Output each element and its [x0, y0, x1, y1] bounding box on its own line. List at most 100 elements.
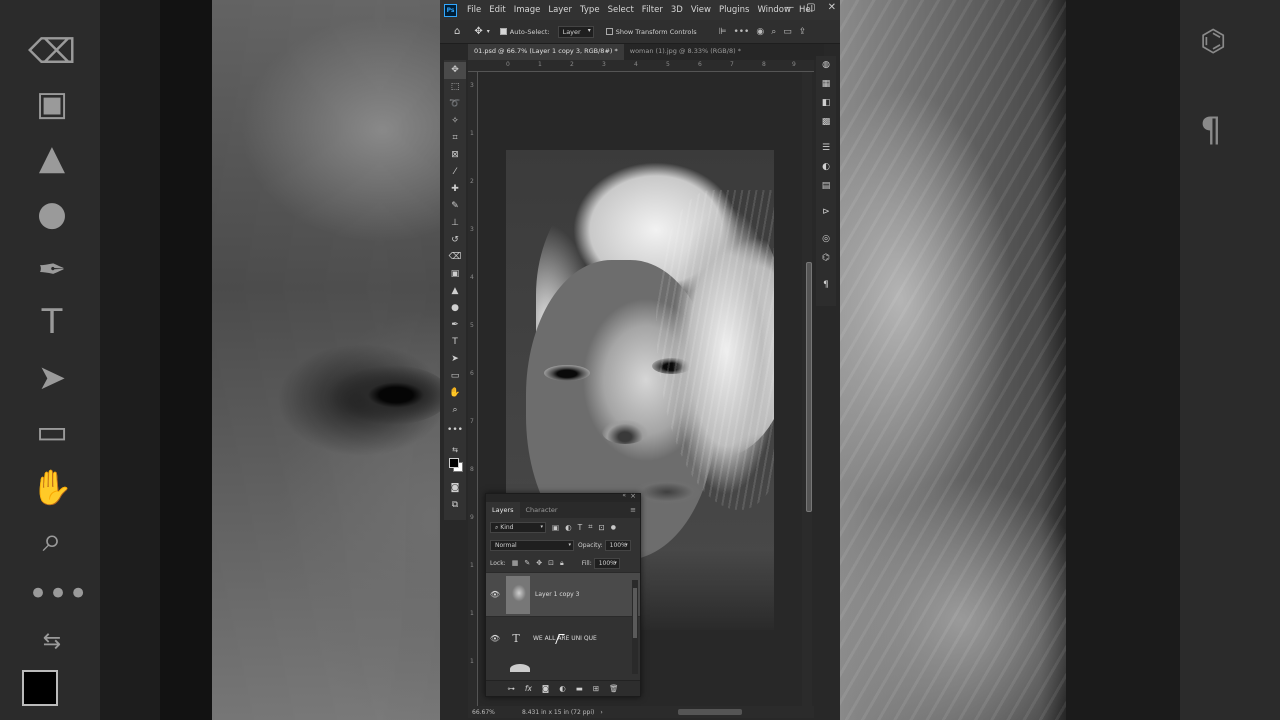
- quick-mask-icon[interactable]: ◙: [444, 480, 466, 497]
- menu-file[interactable]: File: [463, 5, 485, 15]
- layer-row-partial[interactable]: [486, 660, 640, 672]
- history-icon[interactable]: ⊳: [816, 207, 836, 217]
- foreground-color-swatch[interactable]: [449, 458, 459, 468]
- properties-icon[interactable]: ◐: [816, 162, 836, 172]
- color-swatches[interactable]: [449, 458, 463, 472]
- chevron-down-icon[interactable]: ▾: [487, 28, 490, 35]
- tab-character[interactable]: Character: [520, 502, 564, 518]
- crop-icon[interactable]: ⌗: [444, 130, 466, 147]
- pen-icon[interactable]: ✒: [444, 317, 466, 334]
- menu-type[interactable]: Type: [576, 5, 604, 15]
- swap-colors-icon[interactable]: ⇆: [444, 442, 466, 459]
- tab-layers[interactable]: Layers: [486, 502, 520, 518]
- magic-wand-icon[interactable]: ✧: [444, 113, 466, 130]
- vertical-scrollbar[interactable]: [802, 72, 812, 706]
- color-icon[interactable]: ◍: [816, 60, 836, 70]
- dodge-icon[interactable]: ●: [444, 300, 466, 317]
- libraries-icon[interactable]: ▤: [816, 181, 836, 191]
- trash-icon[interactable]: 🗑︎: [609, 684, 619, 693]
- scrollbar-thumb[interactable]: [633, 588, 637, 638]
- move-tool-icon[interactable]: ✥: [474, 26, 482, 37]
- path-selection-icon[interactable]: ➤: [444, 351, 466, 368]
- pixel-filter-icon[interactable]: ▣: [552, 523, 559, 532]
- visibility-eye-icon[interactable]: 👁︎: [486, 634, 504, 643]
- lock-image-icon[interactable]: ✎: [524, 559, 530, 567]
- scrollbar-thumb[interactable]: [806, 262, 812, 512]
- eyedropper-icon[interactable]: ⁄: [444, 164, 466, 181]
- swatches-icon[interactable]: ▦: [816, 79, 836, 89]
- link-icon[interactable]: ⊶: [507, 684, 515, 693]
- frame-icon[interactable]: ⊠: [444, 147, 466, 164]
- workspace-icon[interactable]: ▭: [783, 27, 792, 37]
- fx-icon[interactable]: fx: [525, 684, 532, 693]
- gradients-icon[interactable]: ◧: [816, 98, 836, 108]
- menu-select[interactable]: Select: [604, 5, 638, 15]
- fill-input[interactable]: 100%: [593, 557, 620, 569]
- lock-position-icon[interactable]: ✥: [536, 559, 542, 567]
- menu-view[interactable]: View: [687, 5, 715, 15]
- menu-filter[interactable]: Filter: [638, 5, 667, 15]
- layer-row[interactable]: 👁︎ Layer 1 copy 3: [486, 572, 640, 616]
- brush-icon[interactable]: ✎: [444, 198, 466, 215]
- move-icon[interactable]: ✥: [444, 62, 466, 79]
- paths-icon[interactable]: ⌬: [816, 253, 836, 263]
- filter-toggle-icon[interactable]: ●: [611, 524, 616, 531]
- home-icon[interactable]: ⌂: [454, 26, 460, 37]
- channels-icon[interactable]: ◎: [816, 234, 836, 244]
- new-layer-icon[interactable]: ⊞: [593, 684, 599, 693]
- close-button[interactable]: ✕: [828, 0, 836, 16]
- folder-icon[interactable]: ▬: [576, 684, 583, 693]
- opacity-input[interactable]: 100%: [604, 539, 631, 551]
- blend-mode-dropdown[interactable]: Normal: [490, 539, 574, 551]
- rectangle-icon[interactable]: ▭: [444, 368, 466, 385]
- menu-layer[interactable]: Layer: [544, 5, 576, 15]
- more-options-icon[interactable]: •••: [733, 27, 749, 37]
- layers-scrollbar[interactable]: [632, 580, 638, 674]
- horizontal-scrollbar-thumb[interactable]: [678, 709, 742, 715]
- app-logo[interactable]: Ps: [444, 3, 457, 17]
- lock-artboard-icon[interactable]: ⊡: [548, 559, 554, 567]
- tab-01-psd[interactable]: 01.psd @ 66.7% (Layer 1 copy 3, RGB/8#) …: [468, 44, 624, 60]
- adjustments-icon[interactable]: ☰: [816, 143, 836, 153]
- zoom-level[interactable]: 66.67%: [472, 709, 508, 716]
- patterns-icon[interactable]: ▩: [816, 117, 836, 127]
- adjustment-icon[interactable]: ◐: [559, 684, 566, 693]
- screen-mode-icon[interactable]: ⧉: [444, 497, 466, 514]
- marquee-icon[interactable]: ⬚: [444, 79, 466, 96]
- lock-all-icon[interactable]: 🔒︎: [560, 559, 564, 568]
- align-left-icon[interactable]: ⊫: [719, 27, 727, 37]
- show-transform-checkbox[interactable]: Show Transform Controls: [605, 28, 697, 36]
- menu-image[interactable]: Image: [510, 5, 545, 15]
- visibility-eye-icon[interactable]: 👁︎: [486, 590, 504, 599]
- auto-select-checkbox[interactable]: Auto-Select:: [499, 28, 550, 36]
- clone-stamp-icon[interactable]: ⊥: [444, 215, 466, 232]
- paragraph-icon[interactable]: ¶: [816, 280, 836, 290]
- tab-woman-jpg[interactable]: woman (1).jpg @ 8.33% (RGB/8) *: [624, 44, 747, 60]
- lock-transparent-icon[interactable]: ▦: [512, 559, 519, 567]
- history-brush-icon[interactable]: ↺: [444, 232, 466, 249]
- menu-plugins[interactable]: Plugins: [715, 5, 753, 15]
- search-icon[interactable]: ⌕: [771, 27, 776, 37]
- hand-icon[interactable]: ✋: [444, 385, 466, 402]
- shape-filter-icon[interactable]: ⌗: [588, 522, 592, 532]
- smart-object-filter-icon[interactable]: ⊡: [598, 523, 604, 532]
- zoom-icon[interactable]: ⌕: [444, 402, 466, 419]
- collapse-panel-icon[interactable]: «: [622, 492, 626, 499]
- adjustment-filter-icon[interactable]: ◐: [565, 523, 572, 532]
- status-chevron-icon[interactable]: ›: [600, 709, 602, 716]
- close-panel-icon[interactable]: ×: [630, 492, 636, 500]
- share-icon[interactable]: ⇪: [799, 27, 807, 37]
- layer-name[interactable]: WE ALL ARE UNI QUE: [533, 635, 597, 642]
- healing-icon[interactable]: ✚: [444, 181, 466, 198]
- layer-name[interactable]: Layer 1 copy 3: [535, 591, 579, 598]
- 3d-mode-icon[interactable]: ◉: [756, 27, 764, 37]
- more-tools-icon[interactable]: •••: [444, 422, 466, 439]
- menu-edit[interactable]: Edit: [485, 5, 509, 15]
- panel-menu-icon[interactable]: ≡: [630, 506, 636, 514]
- auto-select-dropdown[interactable]: Layer: [557, 25, 594, 38]
- panel-header[interactable]: « ×: [486, 492, 640, 502]
- mask-icon[interactable]: ◙: [542, 684, 549, 693]
- blur-icon[interactable]: ▲: [444, 283, 466, 300]
- eraser-icon[interactable]: ⌫: [444, 249, 466, 266]
- menu-3d[interactable]: 3D: [667, 5, 687, 15]
